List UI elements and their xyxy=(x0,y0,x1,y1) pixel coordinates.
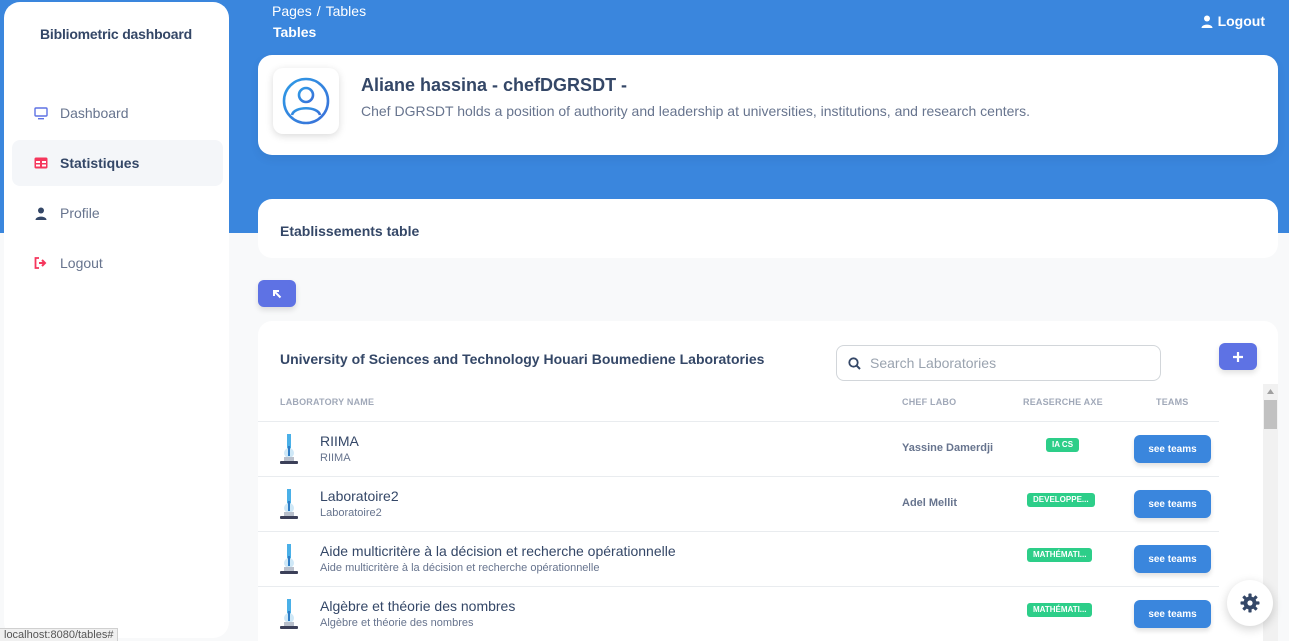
header-logout-link[interactable]: Logout xyxy=(1201,13,1265,29)
etablissements-card: Etablissements table xyxy=(258,199,1278,258)
lab-subtitle: Aide multicritère à la décision et reche… xyxy=(320,562,600,574)
column-header-laboratory-name: LABORATORY NAME xyxy=(280,397,375,407)
search-field[interactable] xyxy=(836,345,1161,381)
sidebar-item-label: Statistiques xyxy=(60,155,140,171)
lab-subtitle: RIIMA xyxy=(320,452,351,464)
lab-subtitle: Laboratoire2 xyxy=(320,507,382,519)
microscope-icon xyxy=(280,599,298,629)
sidebar-item-label: Logout xyxy=(60,255,103,271)
etablissements-title: Etablissements table xyxy=(280,223,420,239)
page-title: Tables xyxy=(273,24,317,40)
gear-icon xyxy=(1240,593,1260,613)
scroll-up-arrow-icon[interactable] xyxy=(1263,384,1278,399)
lab-chef: Adel Mellit xyxy=(902,497,958,509)
breadcrumb-root[interactable]: Pages xyxy=(272,3,312,19)
brand-title[interactable]: Bibliometric dashboard xyxy=(40,26,192,42)
user-circle-icon xyxy=(282,77,330,125)
sidebar-item-label: Dashboard xyxy=(60,105,129,121)
column-header-research-axe: REASERCHE AXE xyxy=(1023,397,1103,407)
add-laboratory-button[interactable] xyxy=(1219,343,1257,370)
microscope-icon xyxy=(280,434,298,464)
collapse-button[interactable] xyxy=(258,280,296,307)
sidebar: Bibliometric dashboard Dashboard Statist… xyxy=(4,2,229,638)
status-bar-url: localhost:8080/tables# xyxy=(0,628,119,641)
research-axe-badge: MATHÉMATI... xyxy=(1027,548,1093,562)
lab-name: RIIMA xyxy=(320,433,359,449)
scrollbar-thumb[interactable] xyxy=(1264,400,1277,429)
see-teams-button[interactable]: see teams xyxy=(1134,545,1211,573)
lab-name: Algèbre et théorie des nombres xyxy=(320,598,516,614)
column-header-chef-labo: CHEF LABO xyxy=(902,397,957,407)
user-icon xyxy=(1201,15,1213,28)
table-row: RIIMA RIIMA Yassine Damerdji IA CS see t… xyxy=(258,421,1219,476)
laboratories-table: RIIMA RIIMA Yassine Damerdji IA CS see t… xyxy=(258,421,1219,641)
research-axe-badge: DEVELOPPE... xyxy=(1027,493,1095,507)
table-row: Aide multicritère à la décision et reche… xyxy=(258,531,1219,586)
lab-subtitle: Algèbre et théorie des nombres xyxy=(320,617,474,629)
sidebar-item-logout[interactable]: Logout xyxy=(12,240,223,286)
profile-card: Aliane hassina - chefDGRSDT - Chef DGRSD… xyxy=(258,55,1278,155)
see-teams-button[interactable]: see teams xyxy=(1134,490,1211,518)
search-icon xyxy=(848,356,861,370)
microscope-icon xyxy=(280,489,298,519)
profile-name: Aliane hassina - chefDGRSDT - xyxy=(361,75,628,95)
header-logout-label: Logout xyxy=(1217,13,1265,29)
breadcrumb: Pages / Tables xyxy=(272,3,366,19)
microscope-icon xyxy=(280,544,298,574)
sidebar-item-profile[interactable]: Profile xyxy=(12,190,223,236)
logout-icon xyxy=(34,256,48,270)
user-icon xyxy=(34,206,48,220)
laboratories-card: University of Sciences and Technology Ho… xyxy=(258,321,1278,641)
lab-chef: Yassine Damerdji xyxy=(902,442,994,454)
table-row: Laboratoire2 Laboratoire2 Adel Mellit DE… xyxy=(258,476,1219,531)
search-input[interactable] xyxy=(870,355,1140,371)
sidebar-item-label: Profile xyxy=(60,205,100,221)
research-axe-badge: MATHÉMATI... xyxy=(1027,603,1093,617)
lab-name: Laboratoire2 xyxy=(320,488,399,504)
lab-name: Aide multicritère à la décision et reche… xyxy=(320,543,676,559)
table-icon xyxy=(34,156,48,170)
breadcrumb-current: Tables xyxy=(325,3,367,19)
arrow-up-left-icon xyxy=(273,289,282,298)
sidebar-item-statistiques[interactable]: Statistiques xyxy=(12,140,223,186)
column-header-teams: TEAMS xyxy=(1156,397,1189,407)
see-teams-button[interactable]: see teams xyxy=(1134,600,1211,628)
sidebar-item-dashboard[interactable]: Dashboard xyxy=(12,90,223,136)
profile-description: Chef DGRSDT holds a position of authorit… xyxy=(361,103,1030,119)
plus-icon xyxy=(1233,351,1243,362)
see-teams-button[interactable]: see teams xyxy=(1134,435,1211,463)
breadcrumb-separator: / xyxy=(316,3,321,19)
research-axe-badge: IA CS xyxy=(1046,438,1080,452)
monitor-icon xyxy=(34,106,48,120)
laboratories-title: University of Sciences and Technology Ho… xyxy=(280,351,765,367)
settings-button[interactable] xyxy=(1227,580,1273,626)
table-row: Algèbre et théorie des nombres Algèbre e… xyxy=(258,586,1219,641)
avatar xyxy=(273,68,339,134)
